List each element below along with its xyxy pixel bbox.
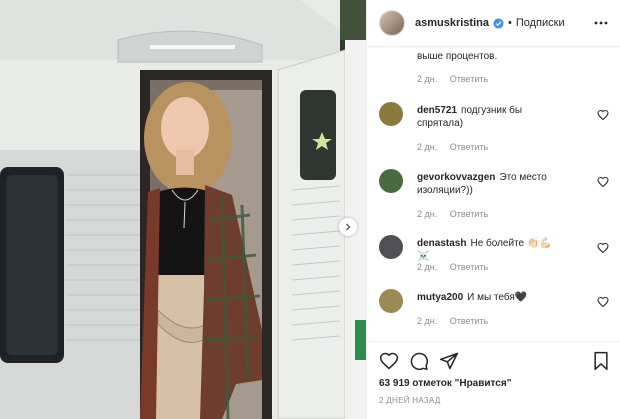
post-header: asmuskristina • Подписки bbox=[367, 0, 620, 47]
heart-icon[interactable] bbox=[597, 242, 609, 254]
avatar[interactable] bbox=[379, 235, 403, 259]
comment-age: 2 дн. bbox=[417, 209, 438, 219]
reply-button[interactable]: Ответить bbox=[450, 74, 488, 84]
comment-meta: 2 дн. Ответить bbox=[417, 209, 498, 219]
comment-body: gevorkovvazgen Это место изоляции?)) bbox=[417, 171, 567, 197]
comment-text-partial: выше процентов. bbox=[417, 51, 498, 62]
comment-body: mutya200 И мы тебя🖤 bbox=[417, 291, 567, 304]
comment-body: den5721 подгузник бы спрятала) bbox=[417, 104, 567, 130]
reply-button[interactable]: Ответить bbox=[450, 209, 488, 219]
reply-button[interactable]: Ответить bbox=[450, 262, 488, 272]
post-sidebar: asmuskristina • Подписки выше процентов.… bbox=[366, 0, 620, 419]
more-options-button[interactable] bbox=[593, 16, 609, 30]
post-image bbox=[0, 0, 366, 419]
comment-meta: 2 дн. Ответить bbox=[417, 316, 498, 326]
heart-icon[interactable] bbox=[597, 109, 609, 121]
comment-username[interactable]: mutya200 bbox=[417, 292, 463, 303]
bookmark-icon[interactable] bbox=[591, 351, 611, 371]
comment-age: 2 дн. bbox=[417, 262, 438, 272]
comment-username[interactable]: den5721 bbox=[417, 105, 457, 116]
comment-username[interactable]: gevorkovvazgen bbox=[417, 172, 495, 183]
comment-meta: 2 дн. Ответить bbox=[417, 262, 498, 272]
post-photo[interactable] bbox=[0, 0, 366, 419]
heart-icon[interactable] bbox=[597, 176, 609, 188]
comment-age: 2 дн. bbox=[417, 74, 438, 84]
comments-list[interactable]: выше процентов. 2 дн. Ответить den5721 по… bbox=[367, 47, 620, 341]
comment-meta: 2 дн. Ответить bbox=[417, 142, 498, 152]
header-separator: • bbox=[507, 17, 512, 29]
likes-count[interactable]: 63 919 отметок "Нравится" bbox=[379, 378, 511, 389]
comment-icon[interactable] bbox=[409, 351, 429, 371]
post-timestamp[interactable]: 2 ДНЕЙ НАЗАД bbox=[379, 396, 441, 405]
comment-username[interactable]: denastash bbox=[417, 238, 466, 249]
reply-button[interactable]: Ответить bbox=[450, 142, 488, 152]
reply-button[interactable]: Ответить bbox=[450, 316, 488, 326]
comment-text: И мы тебя🖤 bbox=[467, 292, 528, 303]
avatar[interactable] bbox=[379, 10, 405, 36]
carousel-next-button[interactable] bbox=[339, 218, 357, 236]
following-button[interactable]: Подписки bbox=[516, 17, 565, 29]
more-dots-icon bbox=[594, 21, 608, 25]
avatar[interactable] bbox=[379, 289, 403, 313]
verified-badge-icon bbox=[493, 17, 504, 29]
comment-meta: 2 дн. Ответить bbox=[417, 74, 498, 84]
avatar[interactable] bbox=[379, 169, 403, 193]
comment-body: denastash Не болейте 👏🏻💪🏻 ☠️ bbox=[417, 237, 567, 263]
post-actions: 63 919 отметок "Нравится" 2 ДНЕЙ НАЗАД bbox=[367, 341, 620, 419]
chevron-right-icon bbox=[346, 223, 351, 231]
send-icon[interactable] bbox=[439, 351, 459, 371]
comment-age: 2 дн. bbox=[417, 316, 438, 326]
avatar[interactable] bbox=[379, 102, 403, 126]
heart-icon[interactable] bbox=[597, 296, 609, 308]
heart-icon[interactable] bbox=[379, 351, 399, 371]
author-username[interactable]: asmuskristina bbox=[415, 17, 489, 29]
comment-age: 2 дн. bbox=[417, 142, 438, 152]
